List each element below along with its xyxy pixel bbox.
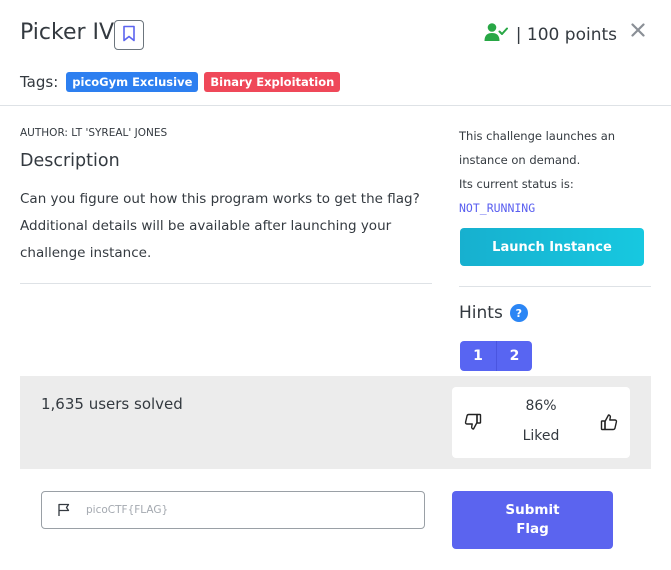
tags-row: Tags: picoGym Exclusive Binary Exploitat… — [20, 72, 341, 92]
tags-label: Tags: — [20, 73, 59, 91]
stats-band: 1,635 users solved 86% Liked — [20, 376, 651, 469]
points-text: | 100 points — [515, 24, 617, 45]
challenge-title: Picker IV — [20, 20, 115, 45]
flag-icon — [42, 492, 86, 528]
instance-info-line: Its current status is: — [459, 177, 574, 191]
hint-1-button[interactable]: 1 — [460, 341, 496, 371]
challenge-header: Picker IV | 100 points Tags: picoGym Exc… — [0, 0, 671, 106]
hints-header: Hints ? — [459, 303, 528, 323]
hints-label: Hints — [459, 303, 503, 323]
close-button[interactable] — [625, 18, 651, 44]
close-icon — [631, 22, 645, 41]
bookmark-icon — [122, 25, 136, 46]
bookmark-button[interactable] — [114, 20, 144, 50]
instance-info-line: This challenge launches an — [459, 129, 616, 143]
description-heading: Description — [20, 151, 120, 171]
description-line: Additional details will be available aft… — [20, 218, 392, 234]
submit-flag-button[interactable]: Submit Flag — [452, 491, 613, 549]
thumbs-up-icon[interactable] — [598, 411, 620, 433]
hint-2-button[interactable]: 2 — [496, 341, 532, 371]
description-line: Can you figure out how this program work… — [20, 191, 420, 207]
like-card: 86% Liked — [452, 387, 630, 458]
instance-divider — [459, 286, 651, 287]
hint-button-group: 1 2 — [460, 341, 532, 371]
author-line: AUTHOR: LT 'SYREAL' JONES — [20, 127, 168, 139]
description-text: Can you figure out how this program work… — [20, 186, 432, 267]
flag-input-wrapper — [41, 491, 425, 529]
users-solved-count: 1,635 users solved — [41, 395, 183, 413]
tag-picogym-exclusive[interactable]: picoGym Exclusive — [66, 72, 199, 92]
instance-status-value: NOT_RUNNING — [459, 201, 536, 215]
tag-binary-exploitation[interactable]: Binary Exploitation — [204, 72, 341, 92]
launch-instance-button[interactable]: Launch Instance — [460, 228, 644, 266]
instance-status-block: This challenge launches an instance on d… — [459, 124, 659, 220]
points-display: | 100 points — [484, 22, 617, 47]
instance-info-line: instance on demand. — [459, 153, 581, 167]
user-check-icon — [484, 22, 508, 47]
submit-label-line: Submit — [505, 502, 560, 518]
submit-label-line: Flag — [516, 521, 549, 537]
question-icon[interactable]: ? — [509, 304, 528, 322]
flag-input[interactable] — [86, 504, 406, 516]
description-line: challenge instance. — [20, 245, 152, 261]
description-divider — [20, 283, 432, 284]
